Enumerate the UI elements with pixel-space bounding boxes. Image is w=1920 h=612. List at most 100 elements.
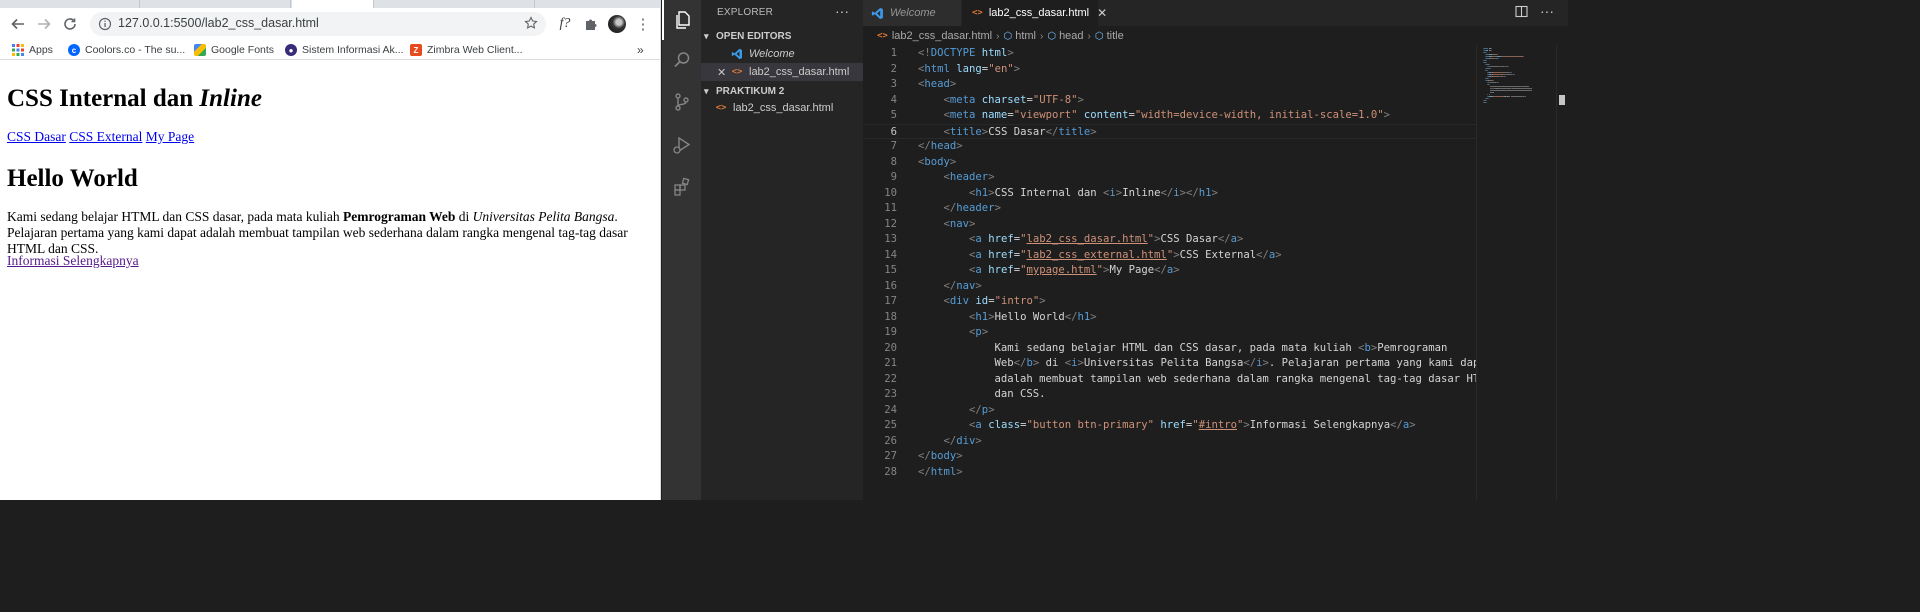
extensions-activity[interactable] — [662, 167, 701, 207]
editor-more-actions[interactable]: ··· — [1540, 3, 1554, 19]
line-number: 14 — [884, 248, 897, 261]
code-line[interactable]: 1 <!DOCTYPE html> — [863, 46, 1476, 62]
breadcrumb-item[interactable]: title — [1107, 30, 1124, 42]
search-activity[interactable] — [662, 40, 701, 80]
browser-window: 127.0.0.1:5500/lab2_css_dasar.html f? ⋮ … — [0, 0, 661, 500]
line-number: 8 — [890, 155, 897, 168]
code-line[interactable]: 7 </head> — [863, 139, 1476, 155]
folder-section[interactable]: ▾ PRAKTIKUM 2 — [701, 82, 863, 100]
split-editor-icon[interactable] — [1515, 5, 1528, 21]
open-editors-section[interactable]: ▾ OPEN EDITORS — [701, 27, 863, 45]
code-line[interactable]: 21 Web</b> di <i>Universitas Pelita Bang… — [863, 356, 1476, 372]
url-text[interactable]: 127.0.0.1:5500/lab2_css_dasar.html — [118, 16, 319, 30]
breadcrumb-item[interactable]: html — [1015, 30, 1036, 42]
tab-lab2[interactable]: <> lab2_css_dasar.html ✕ — [962, 0, 1107, 26]
code-editor[interactable]: 1 <!DOCTYPE html> 2 <html lang="en"> 3 <head>… — [863, 45, 1476, 500]
code-line[interactable]: 4 <meta charset="UTF-8"> — [863, 93, 1476, 109]
close-icon[interactable]: ✕ — [717, 66, 729, 79]
folder-file-lab2[interactable]: <> lab2_css_dasar.html — [701, 99, 863, 117]
browser-tab[interactable] — [0, 0, 140, 8]
code-text: </div> — [943, 434, 982, 447]
breadcrumb-item[interactable]: lab2_css_dasar.html — [892, 30, 992, 42]
explorer-more-actions[interactable]: ··· — [835, 3, 849, 19]
zimbra-favicon: Z — [410, 44, 422, 56]
more-info-link[interactable]: Informasi Selengkapnya — [7, 253, 139, 269]
bookmark-zimbra[interactable]: Z Zimbra Web Client... — [410, 42, 523, 58]
bookmark-sistem-informasi[interactable]: ● Sistem Informasi Ak... — [285, 42, 404, 58]
code-text: <header> — [943, 171, 995, 183]
back-button[interactable] — [8, 14, 28, 34]
page-nav: CSS Dasar CSS External My Page — [7, 129, 194, 145]
code-line[interactable]: 8 <body> — [863, 155, 1476, 171]
browser-tab-active[interactable] — [292, 0, 374, 8]
profile-avatar[interactable] — [607, 14, 627, 34]
line-number: 27 — [884, 450, 897, 462]
code-line[interactable]: 28 </html> — [863, 465, 1476, 481]
nav-link-css-external[interactable]: CSS External — [69, 129, 142, 144]
chevron-down-icon: ▾ — [704, 85, 709, 96]
chevron-right-icon: › — [996, 30, 1000, 42]
open-editor-welcome[interactable]: Welcome — [701, 45, 863, 63]
code-text: <h1>CSS Internal dan <i>Inline</i></h1> — [969, 186, 1218, 199]
tab-welcome[interactable]: Welcome — [863, 0, 961, 26]
breadcrumb-item[interactable]: head — [1059, 30, 1083, 42]
code-line[interactable]: 11 </header> — [863, 201, 1476, 217]
code-line[interactable]: 14 <a href="lab2_css_external.html">CSS … — [863, 248, 1476, 264]
code-line[interactable]: 27 </body> — [863, 449, 1476, 465]
code-line[interactable]: 22 adalah membuat tampilan web sederhana… — [863, 372, 1476, 388]
code-line[interactable]: 17 <div id="intro"> — [863, 294, 1476, 310]
code-line[interactable]: 24 </p> — [863, 403, 1476, 419]
code-line[interactable]: 18 <h1>Hello World</h1> — [863, 310, 1476, 326]
code-line[interactable]: 3 <head> — [863, 77, 1476, 93]
nav-link-my-page[interactable]: My Page — [146, 129, 194, 144]
browser-tab[interactable] — [375, 0, 535, 8]
open-editor-lab2[interactable]: ✕ <> lab2_css_dasar.html — [701, 63, 863, 81]
code-line[interactable]: 25 <a class="button btn-primary" href="#… — [863, 418, 1476, 434]
explorer-activity[interactable] — [662, 0, 701, 40]
run-debug-activity[interactable] — [662, 125, 701, 165]
code-line[interactable]: 12 <nav> — [863, 217, 1476, 233]
formula-extension-icon[interactable]: f? — [555, 14, 575, 34]
file-name: Welcome — [749, 48, 795, 60]
scroll-thumb[interactable] — [1559, 95, 1565, 105]
bookmark-google-fonts[interactable]: Google Fonts — [194, 42, 274, 58]
code-line[interactable]: 10 <h1>CSS Internal dan <i>Inline</i></h… — [863, 186, 1476, 202]
nav-link-css-dasar[interactable]: CSS Dasar — [7, 129, 66, 144]
forward-button[interactable] — [34, 14, 54, 34]
source-control-activity[interactable] — [662, 82, 701, 122]
bookmark-star-icon[interactable] — [524, 16, 538, 35]
code-line[interactable]: 2 <html lang="en"> — [863, 62, 1476, 78]
editor-scrollbar[interactable] — [1556, 45, 1568, 500]
bookmarks-bar: Apps c Coolors.co - The su... Google Fon… — [0, 40, 660, 60]
bookmark-coolors[interactable]: c Coolors.co - The su... — [68, 42, 185, 58]
browser-menu-icon[interactable]: ⋮ — [633, 14, 653, 34]
code-line[interactable]: 20 Kami sedang belajar HTML dan CSS dasa… — [863, 341, 1476, 357]
minimap-mark — [1487, 70, 1488, 71]
code-line[interactable]: 13 <a href="lab2_css_dasar.html">CSS Das… — [863, 232, 1476, 248]
bookmarks-overflow-button[interactable]: » — [637, 42, 644, 58]
apps-grid-icon — [12, 44, 24, 56]
code-text: <head> — [918, 78, 957, 90]
intro-paragraph: Kami sedang belajar HTML dan CSS dasar, … — [7, 209, 655, 257]
bookmark-apps[interactable]: Apps — [12, 42, 53, 58]
site-info-icon[interactable] — [98, 17, 112, 36]
code-line[interactable]: 19 <p> — [863, 325, 1476, 341]
code-line[interactable]: 9 <header> — [863, 170, 1476, 186]
extensions-puzzle-icon[interactable] — [581, 14, 601, 34]
line-number: 13 — [884, 233, 897, 245]
symbol-icon: ⬡ — [1094, 30, 1104, 42]
code-line[interactable]: 16 </nav> — [863, 279, 1476, 295]
code-line[interactable]: 5 <meta name="viewport" content="width=d… — [863, 108, 1476, 124]
code-line[interactable]: 6 <title>CSS Dasar</title> — [863, 123, 1476, 139]
close-icon[interactable]: ✕ — [1097, 6, 1107, 20]
reload-button[interactable] — [60, 14, 80, 34]
code-line[interactable]: 15 <a href="mypage.html">My Page</a> — [863, 263, 1476, 279]
minimap-mark — [1488, 84, 1490, 85]
browser-tab[interactable] — [141, 0, 291, 8]
minimap[interactable] — [1476, 45, 1556, 500]
minimap-mark — [1508, 66, 1509, 67]
code-line[interactable]: 23 dan CSS. — [863, 387, 1476, 403]
address-bar[interactable]: 127.0.0.1:5500/lab2_css_dasar.html — [90, 12, 546, 36]
code-line[interactable]: 26 </div> — [863, 434, 1476, 450]
html-file-icon: <> — [877, 31, 888, 41]
